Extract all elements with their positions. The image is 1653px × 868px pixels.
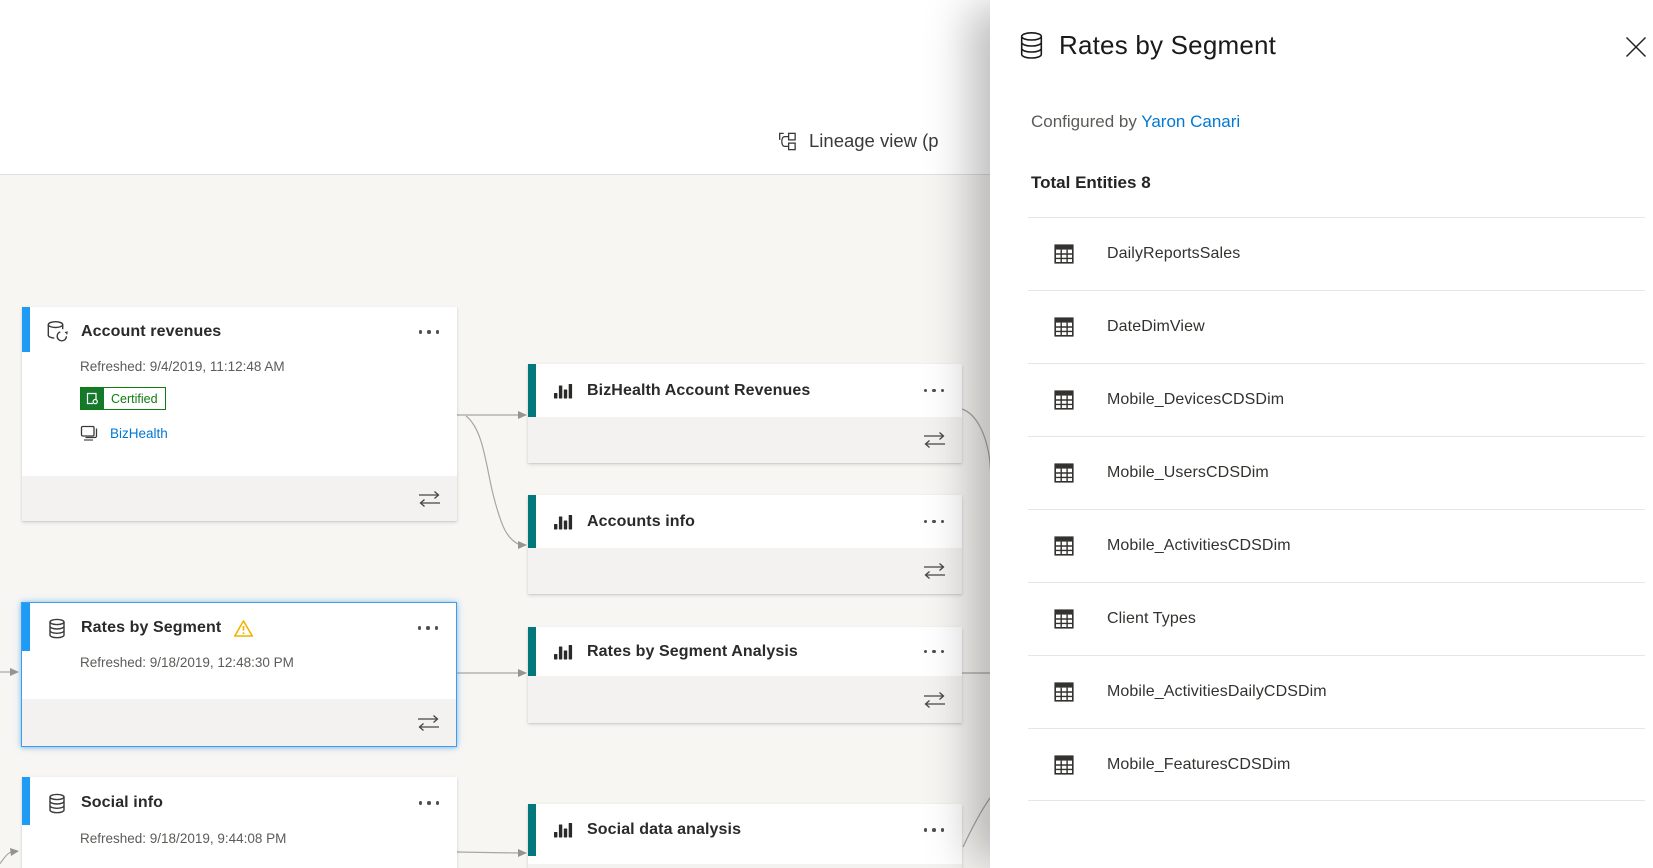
entity-row: Mobile_ActivitiesCDSDim	[1028, 509, 1645, 582]
entity-row: Mobile_UsersCDSDim	[1028, 436, 1645, 509]
report-card-rates-by-segment-analysis[interactable]: Rates by Segment Analysis	[528, 627, 962, 723]
certified-icon	[81, 388, 104, 409]
related-content-icon[interactable]	[416, 490, 443, 507]
certified-label: Certified	[111, 391, 158, 406]
more-options-icon[interactable]	[418, 801, 439, 805]
report-icon	[552, 642, 574, 662]
related-content-icon[interactable]	[921, 563, 948, 580]
report-icon	[552, 820, 574, 840]
card-title: Rates by Segment Analysis	[587, 642, 798, 660]
entity-row: Client Types	[1028, 582, 1645, 655]
table-icon	[1054, 682, 1074, 702]
table-icon	[1054, 754, 1074, 775]
card-title: Rates by Segment	[81, 619, 222, 636]
lineage-view-toggle[interactable]: Lineage view (p	[776, 124, 939, 158]
close-icon[interactable]	[1623, 34, 1649, 60]
related-content-icon[interactable]	[921, 432, 948, 449]
related-content-icon[interactable]	[415, 714, 442, 731]
entity-name: Mobile_DevicesCDSDim	[1107, 391, 1285, 408]
power-bi-lineage-screen: Lineage view (p Account revenues Refresh…	[0, 0, 1653, 868]
card-footer	[528, 417, 962, 463]
workspace-row: BizHealth	[80, 425, 168, 442]
table-icon	[1054, 317, 1074, 337]
dataset-card-social-info[interactable]: Social info Refreshed: 9/18/2019, 9:44:0…	[22, 777, 457, 868]
table-icon	[1054, 609, 1074, 629]
table-icon	[1054, 390, 1074, 410]
card-footer	[22, 476, 457, 521]
entity-name: Mobile_FeaturesCDSDim	[1107, 755, 1291, 773]
warning-icon	[233, 619, 254, 638]
card-footer	[528, 864, 962, 868]
report-card-social-data-analysis[interactable]: Social data analysis	[528, 804, 962, 868]
card-footer	[528, 676, 962, 723]
table-icon	[1054, 463, 1074, 483]
dataset-icon	[46, 793, 68, 814]
refreshed-text: Refreshed: 9/18/2019, 9:44:08 PM	[80, 831, 287, 846]
workspace-link[interactable]: BizHealth	[110, 426, 168, 441]
dataflow-icon	[46, 320, 68, 344]
lineage-view-label: Lineage view (p	[809, 130, 939, 151]
panel-title: Rates by Segment	[1059, 30, 1277, 60]
report-card-accounts-info[interactable]: Accounts info	[528, 495, 962, 594]
configured-by-link[interactable]: Yaron Canari	[1141, 112, 1240, 131]
refreshed-text: Refreshed: 9/4/2019, 11:12:48 AM	[80, 359, 285, 374]
entity-list: DailyReportsSales DateDimView Mobile_Dev…	[1028, 217, 1645, 801]
entity-name: Mobile_ActivitiesDailyCDSDim	[1107, 683, 1327, 700]
more-options-icon[interactable]	[923, 828, 944, 832]
more-options-icon[interactable]	[417, 626, 438, 630]
dataset-card-account-revenues[interactable]: Account revenues Refreshed: 9/4/2019, 11…	[22, 307, 457, 521]
dataset-card-rates-by-segment[interactable]: Rates by Segment Refreshed: 9/18/2019, 1…	[21, 602, 457, 747]
more-options-icon[interactable]	[923, 649, 944, 653]
entity-name: Mobile_ActivitiesCDSDim	[1107, 537, 1291, 554]
card-footer	[528, 548, 962, 594]
lineage-icon	[776, 128, 798, 155]
table-icon	[1054, 244, 1074, 264]
configured-by: Configured by Yaron Canari	[1031, 112, 1240, 132]
more-options-icon[interactable]	[418, 330, 439, 334]
card-title: Social data analysis	[587, 821, 742, 838]
table-icon	[1054, 536, 1074, 556]
total-entities: Total Entities 8	[1031, 173, 1151, 192]
report-icon	[552, 381, 574, 401]
entity-name: DailyReportsSales	[1107, 245, 1241, 262]
entity-row: DailyReportsSales	[1028, 217, 1645, 290]
entity-row: Mobile_FeaturesCDSDim	[1028, 728, 1645, 801]
refreshed-text: Refreshed: 9/18/2019, 12:48:30 PM	[80, 655, 294, 670]
certified-badge: Certified	[80, 387, 166, 410]
card-footer	[22, 699, 456, 746]
card-title: Account revenues	[81, 323, 222, 340]
report-card-bizhealth-account-revenues[interactable]: BizHealth Account Revenues	[528, 364, 962, 463]
panel-header: Rates by Segment	[1018, 30, 1276, 61]
card-title: Accounts info	[587, 512, 695, 530]
entity-row: Mobile_DevicesCDSDim	[1028, 363, 1645, 436]
entity-name: Client Types	[1107, 610, 1196, 627]
configured-by-label: Configured by	[1031, 112, 1137, 131]
card-title: Social info	[81, 794, 163, 811]
entity-row: Mobile_ActivitiesDailyCDSDim	[1028, 655, 1645, 728]
card-title: BizHealth Account Revenues	[587, 381, 811, 399]
more-options-icon[interactable]	[923, 388, 944, 392]
dataset-details-panel: Rates by Segment Configured by Yaron Can…	[990, 0, 1653, 868]
report-icon	[552, 512, 574, 532]
more-options-icon[interactable]	[923, 519, 944, 523]
database-icon	[1018, 31, 1044, 60]
workspace-icon	[80, 425, 99, 442]
dataset-icon	[46, 618, 68, 639]
entity-row: DateDimView	[1028, 290, 1645, 363]
entity-name: Mobile_UsersCDSDim	[1107, 464, 1269, 481]
related-content-icon[interactable]	[921, 691, 948, 708]
entity-name: DateDimView	[1107, 318, 1205, 335]
